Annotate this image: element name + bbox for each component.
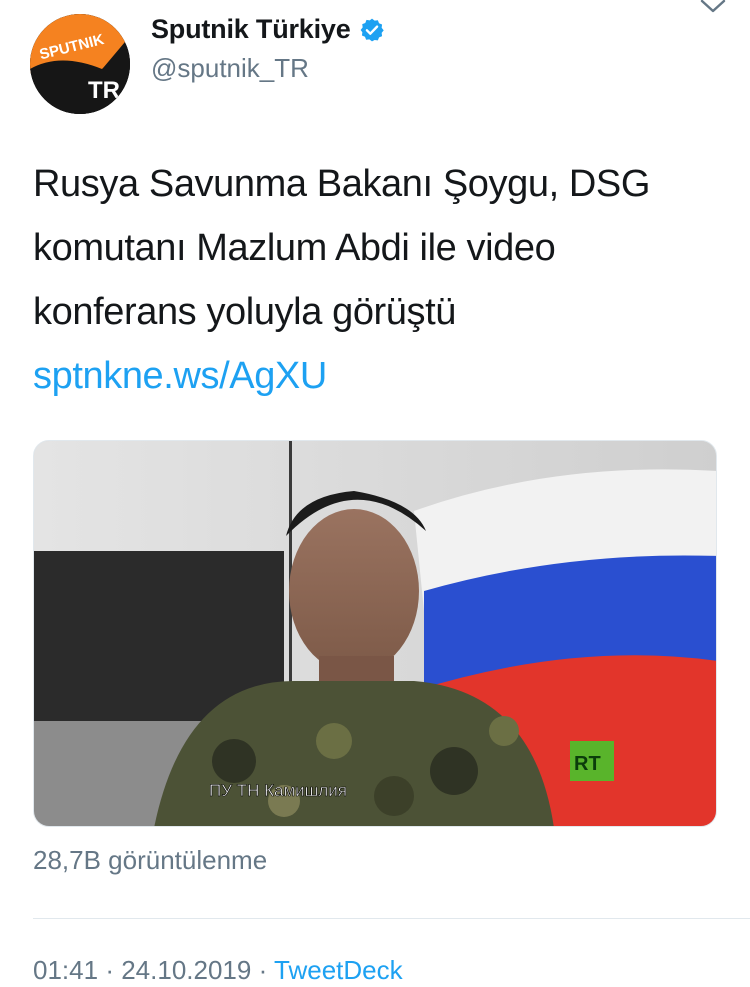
author-handle[interactable]: @sputnik_TR <box>151 53 309 84</box>
tweet-source-link[interactable]: TweetDeck <box>274 955 403 985</box>
video-thumbnail[interactable]: RT ПУ ТН Камишлия <box>33 440 717 827</box>
sputnik-logo-icon: SPUTNIK TR <box>30 14 130 114</box>
avatar[interactable]: SPUTNIK TR <box>30 14 130 114</box>
divider <box>33 918 750 919</box>
display-name[interactable]: Sputnik Türkiye <box>151 14 351 45</box>
video-frame-image: RT ПУ ТН Камишлия <box>34 441 716 826</box>
rt-logo: RT <box>574 753 601 775</box>
tweet-link[interactable]: sptnkne.ws/AgXU <box>33 355 327 397</box>
tweet-text: Rusya Savunma Bakanı Şoygu, DSG komutanı… <box>33 152 723 408</box>
tweet-time[interactable]: 01:41 <box>33 955 98 985</box>
author-name-row[interactable]: Sputnik Türkiye <box>151 14 385 45</box>
meta-separator-2: · <box>258 955 268 985</box>
view-count[interactable]: 28,7B görüntülenme <box>33 845 267 876</box>
verified-badge-icon <box>359 17 385 43</box>
video-caption: ПУ ТН Камишлия <box>209 781 347 800</box>
avatar-text-bottom: TR <box>88 77 120 104</box>
tweet-date[interactable]: 24.10.2019 <box>121 955 251 985</box>
chevron-down-icon[interactable] <box>700 0 726 14</box>
meta-separator: · <box>105 955 114 985</box>
tweet-meta: 01:41 · 24.10.2019 · TweetDeck <box>33 955 403 986</box>
tweet-body: Rusya Savunma Bakanı Şoygu, DSG komutanı… <box>33 163 651 333</box>
